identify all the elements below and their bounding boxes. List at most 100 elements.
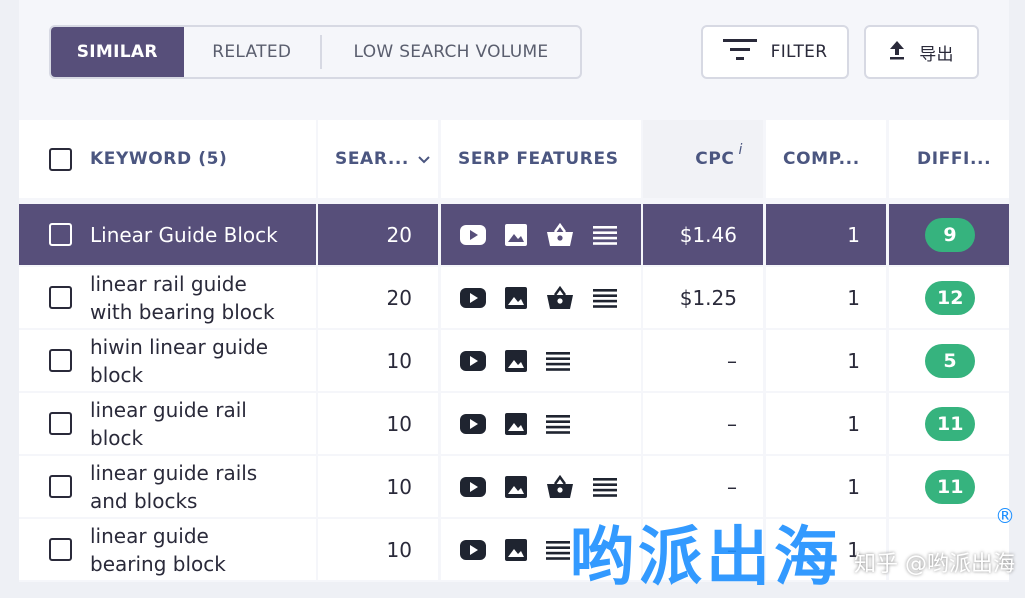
- difficulty-badge: 9: [925, 217, 975, 252]
- comp-value: 1: [847, 222, 860, 247]
- cpc-cell: –: [643, 393, 763, 454]
- difficulty-cell: 5: [889, 330, 1009, 391]
- column-search-label: SEAR...: [335, 149, 409, 169]
- tab-related[interactable]: RELATED: [184, 27, 320, 77]
- keyword-cell: linear guide bearing block: [19, 519, 316, 580]
- serp-features-cell: [441, 204, 641, 265]
- cpc-value: –: [727, 474, 737, 499]
- video-icon[interactable]: [460, 539, 486, 560]
- list-icon[interactable]: [546, 414, 570, 434]
- comp-value: 1: [847, 411, 860, 436]
- row-checkbox[interactable]: [49, 412, 72, 435]
- search-value: 20: [386, 285, 412, 310]
- row-checkbox[interactable]: [49, 475, 72, 498]
- row-checkbox[interactable]: [49, 349, 72, 372]
- keyword-cell: hiwin linear guide block: [19, 330, 316, 391]
- keyword-type-tabs: SIMILAR RELATED LOW SEARCH VOLUME: [49, 25, 582, 79]
- row-checkbox[interactable]: [49, 538, 72, 561]
- difficulty-badge: 11: [925, 469, 976, 504]
- serp-features-cell: [441, 330, 641, 391]
- column-serp-features[interactable]: SERP FEATURES: [441, 120, 641, 198]
- image-icon[interactable]: [505, 223, 527, 246]
- video-icon[interactable]: [460, 224, 486, 245]
- comp-cell: 1: [766, 267, 886, 328]
- keyword-cell: Linear Guide Block: [19, 204, 316, 265]
- list-icon[interactable]: [593, 477, 617, 497]
- video-icon[interactable]: [460, 413, 486, 434]
- comp-cell: 1: [766, 204, 886, 265]
- video-icon[interactable]: [460, 287, 486, 308]
- shopping-icon[interactable]: [546, 474, 574, 499]
- image-icon[interactable]: [505, 538, 527, 561]
- search-value: 10: [386, 411, 412, 436]
- column-keyword[interactable]: KEYWORD (5): [19, 120, 316, 198]
- shopping-icon[interactable]: [546, 222, 574, 247]
- video-icon[interactable]: [460, 350, 486, 371]
- cpc-cell: $1.25: [643, 267, 763, 328]
- select-all-checkbox[interactable]: [49, 147, 72, 171]
- column-search-volume[interactable]: SEAR...: [318, 120, 438, 198]
- column-difficulty[interactable]: DIFFI...: [889, 120, 1009, 198]
- comp-cell: 1: [766, 330, 886, 391]
- keyword-cell: linear rail guide with bearing block: [19, 267, 316, 328]
- comp-cell: 1: [766, 456, 886, 517]
- filter-button[interactable]: FILTER: [701, 25, 849, 79]
- shopping-icon[interactable]: [546, 285, 574, 310]
- keyword-text[interactable]: linear guide rail block: [90, 396, 290, 452]
- list-icon[interactable]: [593, 288, 617, 308]
- search-cell: 20: [318, 267, 438, 328]
- row-checkbox[interactable]: [49, 223, 72, 246]
- keyword-text[interactable]: linear rail guide with bearing block: [90, 270, 290, 326]
- row-checkbox[interactable]: [49, 286, 72, 309]
- cpc-value: $1.25: [679, 285, 737, 310]
- image-icon[interactable]: [505, 412, 527, 435]
- cpc-cell: –: [643, 330, 763, 391]
- column-comp-label: COMP...: [783, 149, 860, 169]
- filter-icon: [722, 38, 757, 67]
- search-value: 20: [386, 222, 412, 247]
- tab-low-search-volume[interactable]: LOW SEARCH VOLUME: [322, 27, 580, 77]
- image-icon[interactable]: [505, 475, 527, 498]
- comp-cell: 1: [766, 519, 886, 580]
- difficulty-cell: [889, 519, 1009, 580]
- comp-value: 1: [847, 537, 860, 562]
- keyword-text[interactable]: hiwin linear guide block: [90, 333, 290, 389]
- serp-features-cell: [441, 519, 641, 580]
- tab-similar[interactable]: SIMILAR: [51, 27, 184, 77]
- keyword-cell: linear guide rails and blocks: [19, 456, 316, 517]
- filter-label: FILTER: [770, 42, 828, 62]
- keyword-text[interactable]: linear guide rails and blocks: [90, 459, 290, 515]
- search-cell: 10: [318, 519, 438, 580]
- export-button[interactable]: 导出: [864, 25, 979, 79]
- keyword-text[interactable]: linear guide bearing block: [90, 522, 290, 578]
- keyword-cell: linear guide rail block: [19, 393, 316, 454]
- search-cell: 20: [318, 204, 438, 265]
- export-label: 导出: [919, 44, 954, 65]
- list-icon[interactable]: [593, 225, 617, 245]
- image-icon[interactable]: [505, 286, 527, 309]
- list-icon[interactable]: [546, 540, 570, 560]
- comp-value: 1: [847, 285, 860, 310]
- list-icon[interactable]: [546, 351, 570, 371]
- comp-value: 1: [847, 348, 860, 373]
- search-cell: 10: [318, 456, 438, 517]
- column-cpc[interactable]: CPC i: [643, 120, 763, 198]
- search-cell: 10: [318, 330, 438, 391]
- keyword-text[interactable]: Linear Guide Block: [90, 221, 290, 249]
- search-cell: 10: [318, 393, 438, 454]
- cpc-value: $1.46: [679, 222, 737, 247]
- cpc-value: –: [727, 348, 737, 373]
- info-icon[interactable]: i: [739, 142, 744, 158]
- difficulty-badge: 11: [925, 406, 976, 441]
- cpc-cell: –: [643, 456, 763, 517]
- video-icon[interactable]: [460, 476, 486, 497]
- cpc-value: –: [727, 537, 737, 562]
- search-value: 10: [386, 537, 412, 562]
- cpc-value: –: [727, 411, 737, 436]
- comp-cell: 1: [766, 393, 886, 454]
- cpc-cell: $1.46: [643, 204, 763, 265]
- image-icon[interactable]: [505, 349, 527, 372]
- serp-features-cell: [441, 267, 641, 328]
- upload-icon: [889, 40, 905, 65]
- column-competition[interactable]: COMP...: [766, 120, 886, 198]
